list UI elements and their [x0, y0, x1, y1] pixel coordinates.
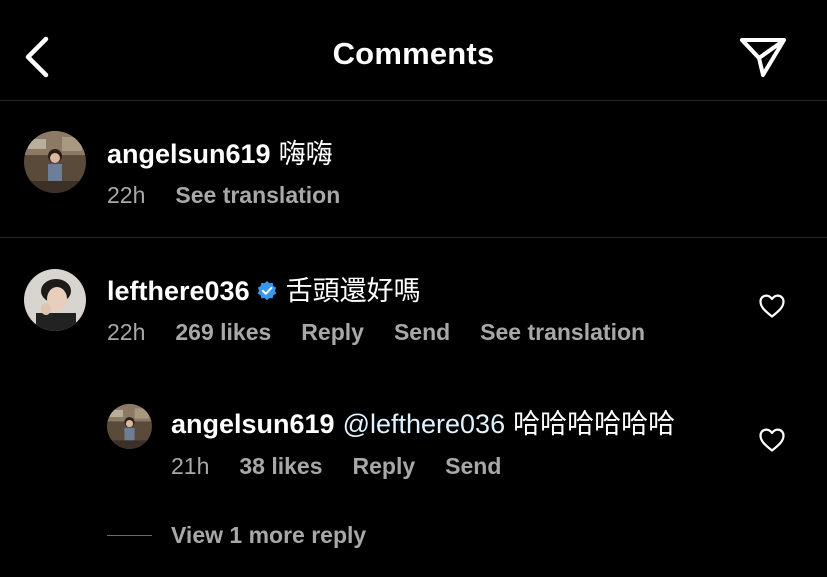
- timestamp: 21h: [171, 453, 210, 479]
- likes-count[interactable]: 38 likes: [239, 453, 322, 479]
- timestamp: 22h: [107, 319, 146, 345]
- reply-button[interactable]: Reply: [353, 453, 416, 479]
- reply-button[interactable]: Reply: [301, 319, 364, 345]
- send-button[interactable]: Send: [394, 319, 450, 345]
- timestamp: 22h: [107, 182, 146, 208]
- comment-text: 哈哈哈哈哈哈: [513, 409, 676, 439]
- avatar[interactable]: [24, 131, 86, 193]
- page-title: Comments: [332, 36, 495, 71]
- see-translation-link[interactable]: See translation: [480, 319, 645, 345]
- paper-plane-icon: [740, 38, 786, 77]
- heart-icon: [759, 294, 785, 318]
- header-bar: Comments: [0, 0, 827, 101]
- see-translation-link[interactable]: See translation: [175, 182, 340, 208]
- avatar[interactable]: [107, 404, 152, 449]
- mention-link[interactable]: @lefthere036: [343, 409, 506, 439]
- heart-icon: [759, 428, 785, 452]
- verified-badge-icon: [257, 281, 276, 301]
- send-button[interactable]: Send: [445, 453, 501, 479]
- view-more-replies-label: View 1 more reply: [171, 522, 367, 548]
- avatar[interactable]: [24, 269, 86, 331]
- like-button[interactable]: [758, 293, 786, 319]
- share-button[interactable]: [735, 32, 791, 82]
- username[interactable]: angelsun619: [107, 139, 271, 169]
- comment-item: lefthere036 舌頭還好嗎 22h 269 likes Reply Send S…: [0, 239, 827, 369]
- like-button[interactable]: [758, 427, 786, 453]
- reply-item: angelsun619 @lefthere036 哈哈哈哈哈哈 21h 38 like…: [0, 390, 827, 490]
- view-more-replies-button[interactable]: View 1 more reply: [107, 522, 366, 549]
- comment-item: angelsun619 嗨嗨 22h See translation: [0, 102, 827, 238]
- likes-count[interactable]: 269 likes: [175, 319, 271, 345]
- username[interactable]: angelsun619: [171, 409, 335, 439]
- username[interactable]: lefthere036: [107, 276, 250, 306]
- comment-text: 嗨嗨: [278, 139, 333, 169]
- comment-text: 舌頭還好嗎: [285, 276, 421, 306]
- divider-line: [107, 535, 152, 536]
